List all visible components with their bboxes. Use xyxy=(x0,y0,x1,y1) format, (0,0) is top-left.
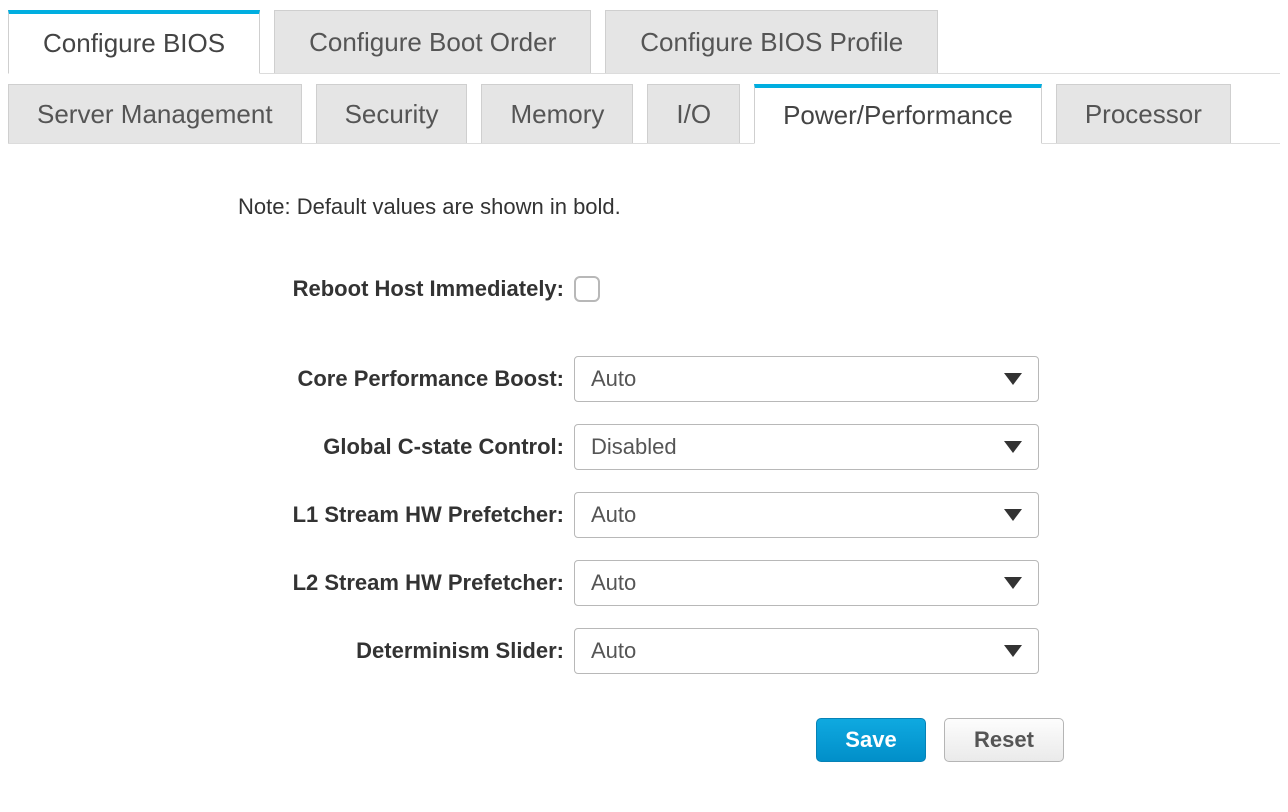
chevron-down-icon xyxy=(1004,441,1022,453)
chevron-down-icon xyxy=(1004,645,1022,657)
label-global-cstate-control: Global C-state Control: xyxy=(238,434,574,460)
row-core-performance-boost: Core Performance Boost: Auto xyxy=(238,356,1260,402)
secondary-tabs: Server Management Security Memory I/O Po… xyxy=(8,84,1280,144)
label-l1-stream-prefetcher: L1 Stream HW Prefetcher: xyxy=(238,502,574,528)
row-global-cstate-control: Global C-state Control: Disabled xyxy=(238,424,1260,470)
row-l1-stream-prefetcher: L1 Stream HW Prefetcher: Auto xyxy=(238,492,1260,538)
label-core-performance-boost: Core Performance Boost: xyxy=(238,366,574,392)
row-reboot-host: Reboot Host Immediately: xyxy=(238,276,1260,302)
tab-io[interactable]: I/O xyxy=(647,84,740,143)
tab-security[interactable]: Security xyxy=(316,84,468,143)
row-l2-stream-prefetcher: L2 Stream HW Prefetcher: Auto xyxy=(238,560,1260,606)
select-l1-stream-prefetcher[interactable]: Auto xyxy=(574,492,1039,538)
tab-memory[interactable]: Memory xyxy=(481,84,633,143)
reset-button[interactable]: Reset xyxy=(944,718,1064,762)
note-text: Note: Default values are shown in bold. xyxy=(238,194,1260,220)
power-performance-form: Note: Default values are shown in bold. … xyxy=(8,144,1280,792)
checkbox-reboot-host[interactable] xyxy=(574,276,600,302)
select-l2-stream-prefetcher[interactable]: Auto xyxy=(574,560,1039,606)
label-l2-stream-prefetcher: L2 Stream HW Prefetcher: xyxy=(238,570,574,596)
select-value: Auto xyxy=(591,570,636,596)
row-determinism-slider: Determinism Slider: Auto xyxy=(238,628,1260,674)
select-global-cstate-control[interactable]: Disabled xyxy=(574,424,1039,470)
select-core-performance-boost[interactable]: Auto xyxy=(574,356,1039,402)
label-determinism-slider: Determinism Slider: xyxy=(238,638,574,664)
save-button[interactable]: Save xyxy=(816,718,926,762)
select-value: Auto xyxy=(591,366,636,392)
chevron-down-icon xyxy=(1004,373,1022,385)
tab-configure-bios[interactable]: Configure BIOS xyxy=(8,10,260,74)
tab-power-performance[interactable]: Power/Performance xyxy=(754,84,1042,144)
select-value: Auto xyxy=(591,502,636,528)
button-row: Save Reset xyxy=(816,718,1260,762)
chevron-down-icon xyxy=(1004,509,1022,521)
select-determinism-slider[interactable]: Auto xyxy=(574,628,1039,674)
primary-tabs: Configure BIOS Configure Boot Order Conf… xyxy=(8,10,1280,74)
tab-server-management[interactable]: Server Management xyxy=(8,84,302,143)
tab-configure-boot-order[interactable]: Configure Boot Order xyxy=(274,10,591,73)
label-reboot-host: Reboot Host Immediately: xyxy=(238,276,574,302)
tab-configure-bios-profile[interactable]: Configure BIOS Profile xyxy=(605,10,938,73)
select-value: Disabled xyxy=(591,434,677,460)
select-value: Auto xyxy=(591,638,636,664)
tab-processor[interactable]: Processor xyxy=(1056,84,1231,143)
chevron-down-icon xyxy=(1004,577,1022,589)
